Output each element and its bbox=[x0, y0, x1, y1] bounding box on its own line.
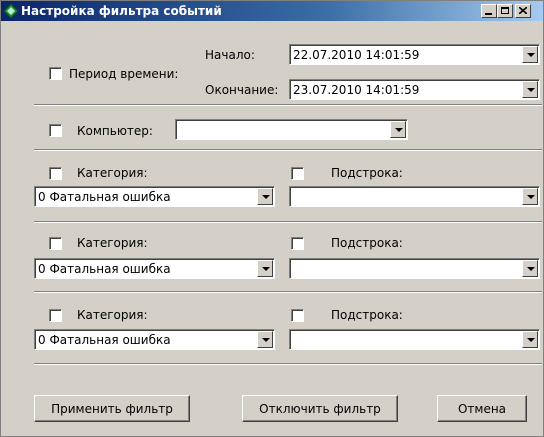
separator bbox=[34, 149, 542, 151]
computer-dropdown-button[interactable] bbox=[390, 121, 406, 138]
category-select-1[interactable]: 0 Фатальная ошибка bbox=[34, 186, 275, 207]
close-button[interactable] bbox=[515, 4, 531, 18]
category-label-3: Категория: bbox=[77, 308, 148, 322]
chevron-down-icon bbox=[262, 267, 270, 271]
chevron-down-icon bbox=[527, 267, 535, 271]
window-title: Настройка фильтра событий bbox=[21, 4, 222, 18]
category-value-2: 0 Фатальная ошибка bbox=[38, 262, 171, 276]
category-dropdown-button-1[interactable] bbox=[257, 188, 273, 205]
start-datetime-picker[interactable]: 22.07.2010 14:01:59 bbox=[289, 44, 540, 65]
separator bbox=[34, 104, 542, 106]
title-bar[interactable]: Настройка фильтра событий bbox=[1, 1, 543, 21]
separator bbox=[34, 291, 542, 293]
separator bbox=[34, 363, 542, 365]
category-label-2: Категория: bbox=[77, 236, 148, 250]
computer-combobox[interactable] bbox=[175, 119, 408, 140]
cancel-button[interactable]: Отмена bbox=[437, 395, 527, 422]
computer-checkbox[interactable] bbox=[49, 124, 62, 137]
category-select-2[interactable]: 0 Фатальная ошибка bbox=[34, 258, 275, 279]
end-datetime-dropdown-button[interactable] bbox=[522, 81, 538, 98]
minimize-button[interactable] bbox=[481, 4, 497, 18]
substring-combobox-3[interactable] bbox=[289, 329, 540, 350]
disable-filter-button[interactable]: Отключить фильтр bbox=[242, 395, 398, 422]
computer-label: Компьютер: bbox=[77, 124, 153, 138]
chevron-down-icon bbox=[527, 195, 535, 199]
chevron-down-icon bbox=[527, 53, 535, 57]
filter-dialog-window: Настройка фильтра событий Период времени… bbox=[0, 0, 544, 437]
start-datetime-dropdown-button[interactable] bbox=[522, 46, 538, 63]
category-value-1: 0 Фатальная ошибка bbox=[38, 190, 171, 204]
category-checkbox-2[interactable] bbox=[49, 237, 62, 250]
chevron-down-icon bbox=[395, 128, 403, 132]
end-datetime-picker[interactable]: 23.07.2010 14:01:59 bbox=[289, 79, 540, 100]
chevron-down-icon bbox=[262, 195, 270, 199]
start-datetime-value: 22.07.2010 14:01:59 bbox=[293, 48, 420, 62]
substring-dropdown-button-2[interactable] bbox=[522, 260, 538, 277]
end-datetime-value: 23.07.2010 14:01:59 bbox=[293, 83, 420, 97]
substring-dropdown-button-3[interactable] bbox=[522, 331, 538, 348]
app-diamond-icon bbox=[4, 4, 18, 18]
end-label: Окончание: bbox=[205, 83, 279, 97]
maximize-icon bbox=[501, 7, 509, 14]
time-period-checkbox[interactable] bbox=[49, 67, 62, 80]
close-icon bbox=[519, 7, 527, 14]
category-label-1: Категория: bbox=[77, 166, 148, 180]
substring-label-2: Подстрока: bbox=[331, 236, 403, 250]
category-select-3[interactable]: 0 Фатальная ошибка bbox=[34, 329, 275, 350]
category-checkbox-3[interactable] bbox=[49, 309, 62, 322]
substring-checkbox-2[interactable] bbox=[291, 237, 304, 250]
chevron-down-icon bbox=[527, 338, 535, 342]
apply-filter-button[interactable]: Применить фильтр bbox=[34, 395, 190, 422]
chevron-down-icon bbox=[262, 338, 270, 342]
time-period-label: Период времени: bbox=[69, 67, 179, 81]
maximize-button[interactable] bbox=[497, 4, 513, 18]
substring-label-3: Подстрока: bbox=[331, 308, 403, 322]
category-checkbox-1[interactable] bbox=[49, 167, 62, 180]
substring-combobox-2[interactable] bbox=[289, 258, 540, 279]
substring-combobox-1[interactable] bbox=[289, 186, 540, 207]
chevron-down-icon bbox=[527, 88, 535, 92]
substring-dropdown-button-1[interactable] bbox=[522, 188, 538, 205]
category-dropdown-button-3[interactable] bbox=[257, 331, 273, 348]
substring-checkbox-3[interactable] bbox=[291, 309, 304, 322]
substring-label-1: Подстрока: bbox=[331, 166, 403, 180]
category-dropdown-button-2[interactable] bbox=[257, 260, 273, 277]
minimize-icon bbox=[485, 13, 492, 15]
substring-checkbox-1[interactable] bbox=[291, 167, 304, 180]
start-label: Начало: bbox=[205, 48, 255, 62]
separator bbox=[34, 221, 542, 223]
category-value-3: 0 Фатальная ошибка bbox=[38, 333, 171, 347]
